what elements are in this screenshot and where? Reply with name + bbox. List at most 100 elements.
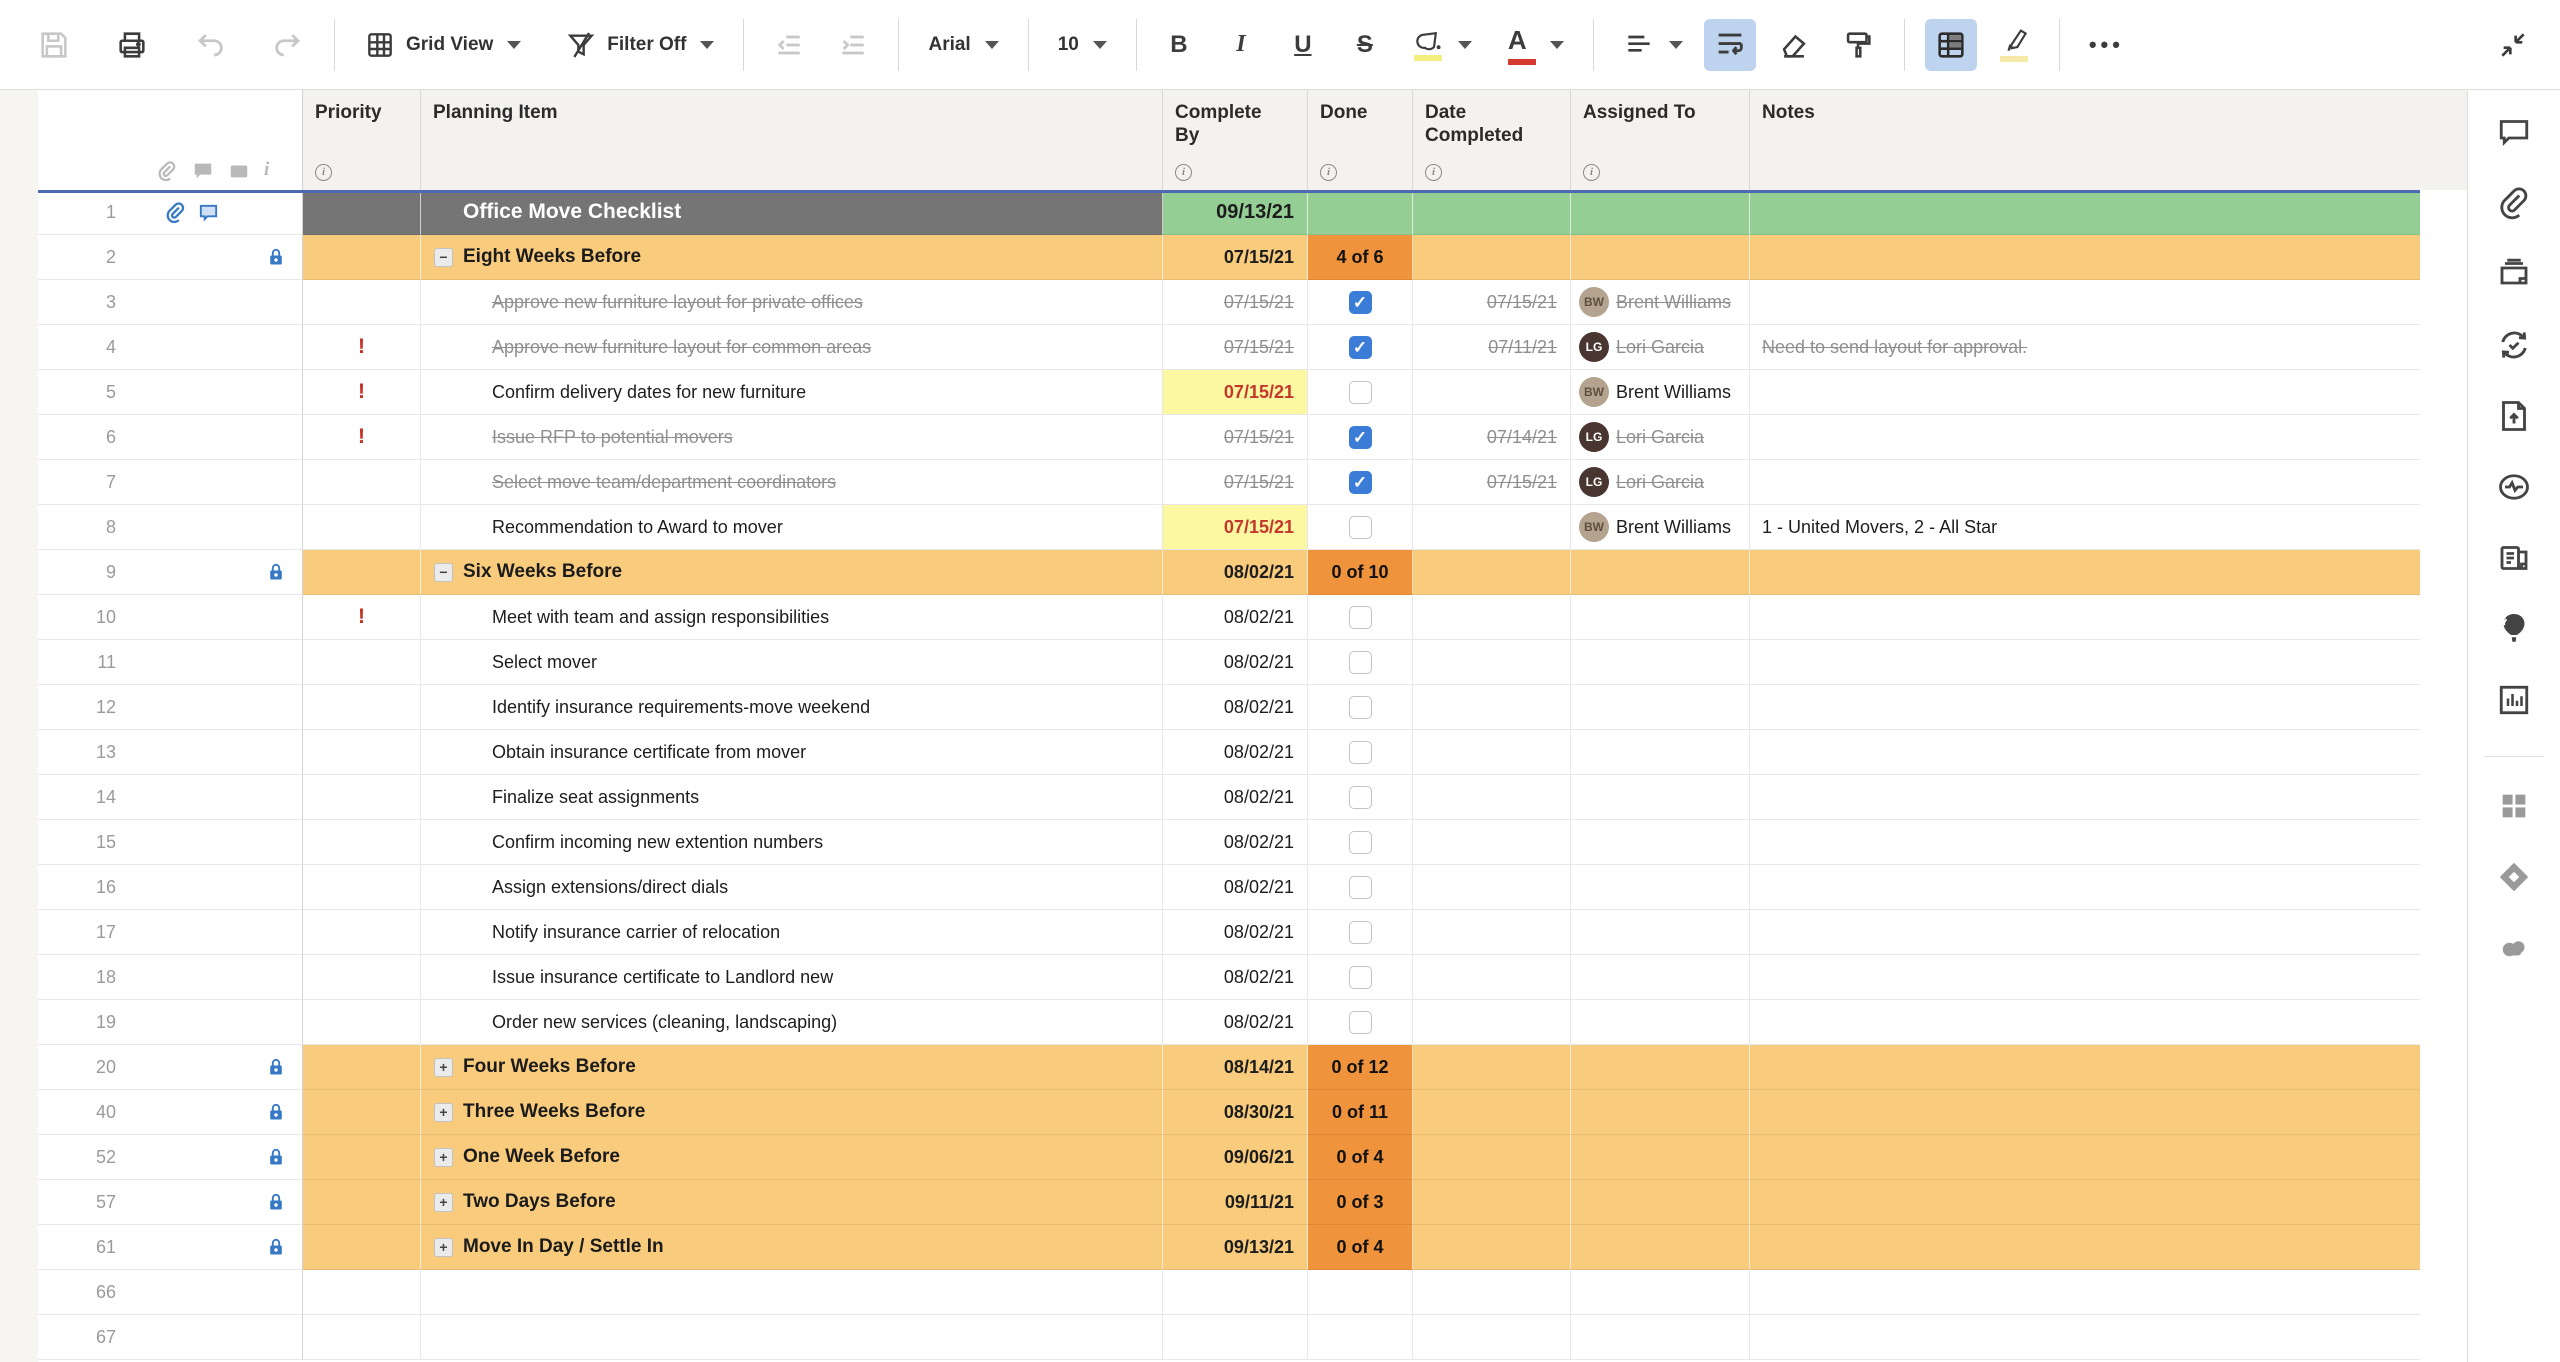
planning-item-cell[interactable]: Recommendation to Award to mover bbox=[421, 505, 1163, 550]
complete-by-cell[interactable]: 07/15/21 bbox=[1163, 280, 1308, 325]
date-completed-cell[interactable] bbox=[1413, 685, 1571, 730]
priority-cell[interactable]: ! bbox=[303, 370, 421, 415]
planning-item-cell[interactable]: Approve new furniture layout for common … bbox=[421, 325, 1163, 370]
priority-cell[interactable] bbox=[303, 190, 421, 235]
notes-cell[interactable]: Need to send layout for approval. bbox=[1750, 325, 2420, 370]
row-header[interactable]: 16 bbox=[38, 865, 303, 910]
row-header[interactable]: 3 bbox=[38, 280, 303, 325]
notes-cell[interactable] bbox=[1750, 820, 2420, 865]
done-cell[interactable]: ✓ bbox=[1308, 460, 1413, 505]
done-checkbox[interactable] bbox=[1349, 696, 1372, 719]
column-header-assigned-to[interactable]: Assigned To i bbox=[1571, 90, 1750, 190]
assigned-to-cell[interactable] bbox=[1571, 910, 1750, 955]
row-header[interactable]: 61 bbox=[38, 1225, 303, 1270]
planning-item-cell[interactable]: +One Week Before bbox=[421, 1135, 1163, 1180]
assignee-avatar[interactable]: BW bbox=[1579, 287, 1609, 317]
priority-cell[interactable] bbox=[303, 550, 421, 595]
date-completed-cell[interactable] bbox=[1413, 640, 1571, 685]
row-header[interactable]: 19 bbox=[38, 1000, 303, 1045]
date-completed-cell[interactable] bbox=[1413, 1180, 1571, 1225]
planning-item-cell[interactable]: Finalize seat assignments bbox=[421, 775, 1163, 820]
complete-by-cell[interactable]: 08/30/21 bbox=[1163, 1090, 1308, 1135]
priority-cell[interactable]: ! bbox=[303, 415, 421, 460]
fill-color-button[interactable] bbox=[1405, 19, 1481, 70]
done-checkbox[interactable]: ✓ bbox=[1349, 291, 1372, 314]
assigned-to-cell[interactable] bbox=[1571, 1315, 1750, 1360]
save-button[interactable] bbox=[28, 19, 80, 71]
priority-cell[interactable] bbox=[303, 775, 421, 820]
done-checkbox[interactable] bbox=[1349, 381, 1372, 404]
row-header[interactable]: 66 bbox=[38, 1270, 303, 1315]
complete-by-cell[interactable]: 08/02/21 bbox=[1163, 685, 1308, 730]
row-header[interactable]: 5 bbox=[38, 370, 303, 415]
more-options-button[interactable]: ••• bbox=[2080, 23, 2133, 67]
assigned-to-cell[interactable] bbox=[1571, 730, 1750, 775]
column-header-planning-item[interactable]: Planning Item bbox=[421, 90, 1163, 190]
done-checkbox[interactable] bbox=[1349, 651, 1372, 674]
planning-item-cell[interactable]: Select mover bbox=[421, 640, 1163, 685]
assigned-to-cell[interactable]: LGLori Garcia bbox=[1571, 325, 1750, 370]
summary-button[interactable] bbox=[2495, 539, 2533, 577]
assigned-to-cell[interactable] bbox=[1571, 685, 1750, 730]
row-header[interactable]: 1 bbox=[38, 190, 303, 235]
done-checkbox[interactable] bbox=[1349, 516, 1372, 539]
priority-cell[interactable] bbox=[303, 865, 421, 910]
date-completed-cell[interactable] bbox=[1413, 505, 1571, 550]
redo-button[interactable] bbox=[262, 19, 314, 71]
notes-cell[interactable] bbox=[1750, 775, 2420, 820]
collapse-toggle[interactable]: − bbox=[434, 563, 453, 582]
done-cell[interactable]: 0 of 4 bbox=[1308, 1225, 1413, 1270]
priority-cell[interactable] bbox=[303, 235, 421, 280]
assigned-to-cell[interactable] bbox=[1571, 1135, 1750, 1180]
notes-cell[interactable] bbox=[1750, 235, 2420, 280]
done-cell[interactable] bbox=[1308, 730, 1413, 775]
assigned-to-cell[interactable]: LGLori Garcia bbox=[1571, 460, 1750, 505]
planning-item-cell[interactable]: Obtain insurance certificate from mover bbox=[421, 730, 1163, 775]
complete-by-cell[interactable] bbox=[1163, 1270, 1308, 1315]
collapse-toolbar-button[interactable] bbox=[2488, 20, 2538, 70]
date-completed-cell[interactable] bbox=[1413, 1090, 1571, 1135]
getting-started-button[interactable] bbox=[2495, 610, 2533, 648]
row-header[interactable]: 11 bbox=[38, 640, 303, 685]
date-completed-cell[interactable] bbox=[1413, 910, 1571, 955]
assigned-to-cell[interactable] bbox=[1571, 865, 1750, 910]
done-checkbox[interactable] bbox=[1349, 1011, 1372, 1034]
strikethrough-button[interactable]: S bbox=[1343, 22, 1387, 68]
bold-button[interactable]: B bbox=[1157, 22, 1201, 68]
indent-button[interactable] bbox=[828, 20, 878, 70]
info-icon[interactable]: i bbox=[1175, 164, 1192, 181]
info-icon[interactable]: i bbox=[315, 164, 332, 181]
complete-by-cell[interactable]: 08/02/21 bbox=[1163, 820, 1308, 865]
column-header-notes[interactable]: Notes bbox=[1750, 90, 2420, 190]
row-header[interactable]: 13 bbox=[38, 730, 303, 775]
complete-by-cell[interactable]: 08/02/21 bbox=[1163, 865, 1308, 910]
planning-item-cell[interactable] bbox=[421, 1270, 1163, 1315]
done-cell[interactable]: 0 of 3 bbox=[1308, 1180, 1413, 1225]
priority-cell[interactable] bbox=[303, 1225, 421, 1270]
complete-by-cell[interactable]: 08/02/21 bbox=[1163, 1000, 1308, 1045]
comments-panel-button[interactable] bbox=[2495, 113, 2533, 151]
assignee-avatar[interactable]: LG bbox=[1579, 422, 1609, 452]
done-cell[interactable] bbox=[1308, 370, 1413, 415]
done-checkbox[interactable] bbox=[1349, 606, 1372, 629]
complete-by-cell[interactable]: 07/15/21 bbox=[1163, 460, 1308, 505]
notes-cell[interactable] bbox=[1750, 1180, 2420, 1225]
premium-apps-button[interactable] bbox=[2495, 858, 2533, 896]
clear-format-button[interactable] bbox=[1768, 19, 1820, 71]
complete-by-cell[interactable] bbox=[1163, 1315, 1308, 1360]
assigned-to-cell[interactable] bbox=[1571, 190, 1750, 235]
info-icon[interactable]: i bbox=[1583, 164, 1600, 181]
planning-item-cell[interactable]: Select move team/department coordinators bbox=[421, 460, 1163, 505]
complete-by-cell[interactable]: 09/13/21 bbox=[1163, 190, 1308, 235]
wrap-text-button[interactable] bbox=[1704, 19, 1756, 71]
assigned-to-cell[interactable]: LGLori Garcia bbox=[1571, 415, 1750, 460]
done-checkbox[interactable] bbox=[1349, 741, 1372, 764]
planning-item-cell[interactable]: Confirm delivery dates for new furniture bbox=[421, 370, 1163, 415]
notes-cell[interactable] bbox=[1750, 190, 2420, 235]
assignee-avatar[interactable]: LG bbox=[1579, 332, 1609, 362]
notes-cell[interactable] bbox=[1750, 730, 2420, 775]
done-cell[interactable]: 0 of 10 bbox=[1308, 550, 1413, 595]
notes-cell[interactable] bbox=[1750, 1045, 2420, 1090]
assigned-to-cell[interactable] bbox=[1571, 235, 1750, 280]
priority-cell[interactable] bbox=[303, 280, 421, 325]
